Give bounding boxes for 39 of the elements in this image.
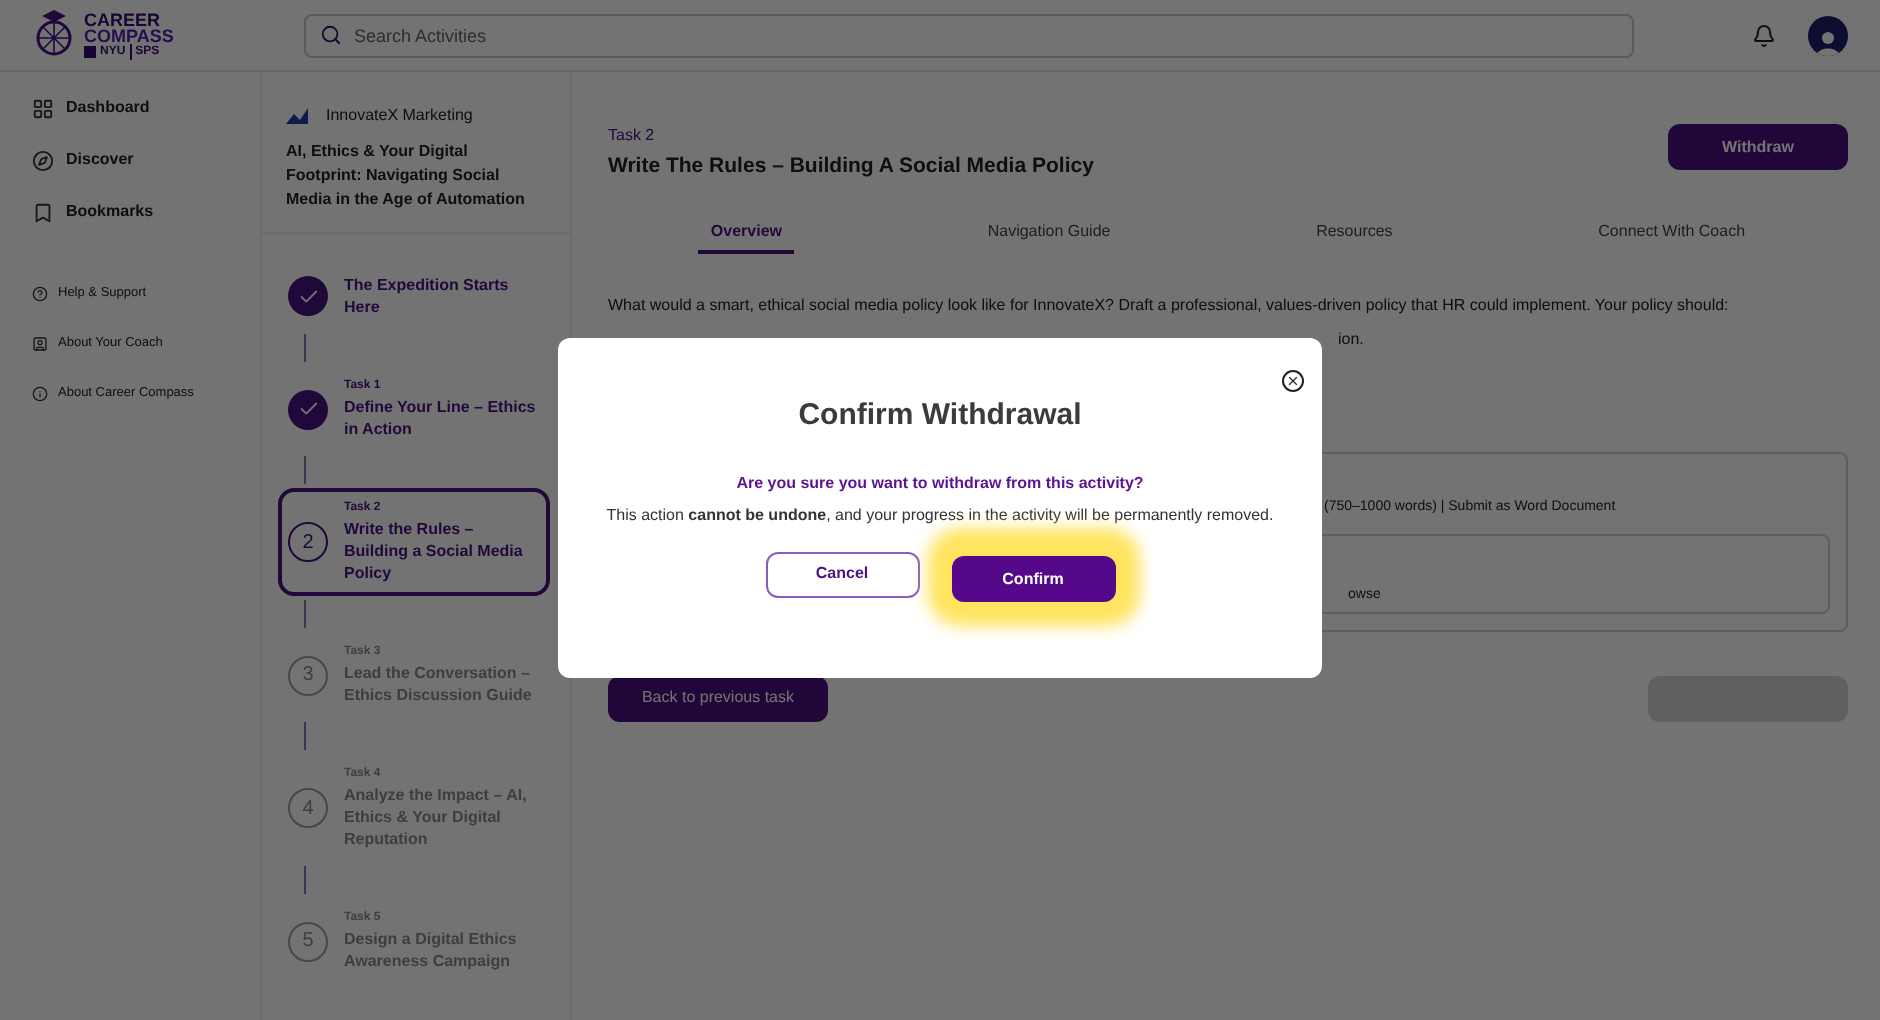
step-title[interactable]: Define Your Line – Ethics in Action	[344, 396, 540, 440]
dialog-question: Are you sure you want to withdraw from this activity?	[736, 471, 1144, 495]
withdraw-button[interactable]: Withdraw	[1668, 124, 1848, 170]
tab[interactable]: Overview	[698, 219, 794, 254]
help-icon	[32, 285, 48, 301]
avatar-icon[interactable]	[1808, 15, 1848, 55]
nav-item[interactable]: Bookmarks	[66, 200, 154, 224]
grid-icon	[32, 97, 54, 119]
nav-item[interactable]: Dashboard	[66, 96, 150, 120]
torch-badge-icon	[84, 45, 96, 57]
intro-paragraph: What would a smart, ethical social media policy look like for InnovateX? Draft a professional, values-driven policy that HR could implement. Your policy should:	[608, 293, 1731, 318]
tab[interactable]: Navigation Guide	[975, 219, 1123, 254]
back-button[interactable]: Back to previous task	[608, 675, 828, 722]
search-icon	[320, 23, 342, 45]
dialog-message: This action cannot be undone, and your progress in the activity will be permanently removed.	[604, 503, 1276, 527]
company-logo-icon	[286, 106, 310, 126]
activity-title: AI, Ethics & Your Digital Footprint: Navigating Social Media in the Age of Automation	[286, 140, 527, 212]
logo-text: COMPASS	[84, 27, 174, 43]
close-icon[interactable]	[1282, 370, 1304, 392]
compass-icon	[32, 149, 54, 171]
cancel-button[interactable]: Cancel	[765, 551, 919, 597]
task-label: Task 2	[608, 124, 657, 148]
step-title[interactable]: Write the Rules – Building a Social Media Policy	[344, 518, 540, 584]
nav-item[interactable]: Discover	[66, 148, 134, 172]
bell-icon[interactable]	[1752, 23, 1776, 47]
logo-text: CAREER	[84, 11, 161, 27]
search-field[interactable]: Search Activities	[304, 13, 1634, 57]
task-title: Write The Rules – Building A Social Media Policy	[608, 152, 1094, 182]
info-icon	[32, 385, 48, 401]
confirm-button[interactable]: Confirm	[951, 556, 1115, 602]
step-number: 2	[288, 522, 328, 562]
tab[interactable]: Resources	[1304, 219, 1405, 254]
company-name: InnovateX Marketing	[326, 104, 473, 128]
step-title[interactable]: The Expedition Starts Here	[344, 274, 540, 318]
person-card-icon	[32, 335, 48, 351]
bookmark-icon	[32, 201, 54, 223]
body-text: ion.	[1338, 327, 1366, 352]
tab[interactable]: Connect With Coach	[1586, 219, 1758, 254]
dialog-title: Confirm Withdrawal	[798, 396, 1082, 436]
